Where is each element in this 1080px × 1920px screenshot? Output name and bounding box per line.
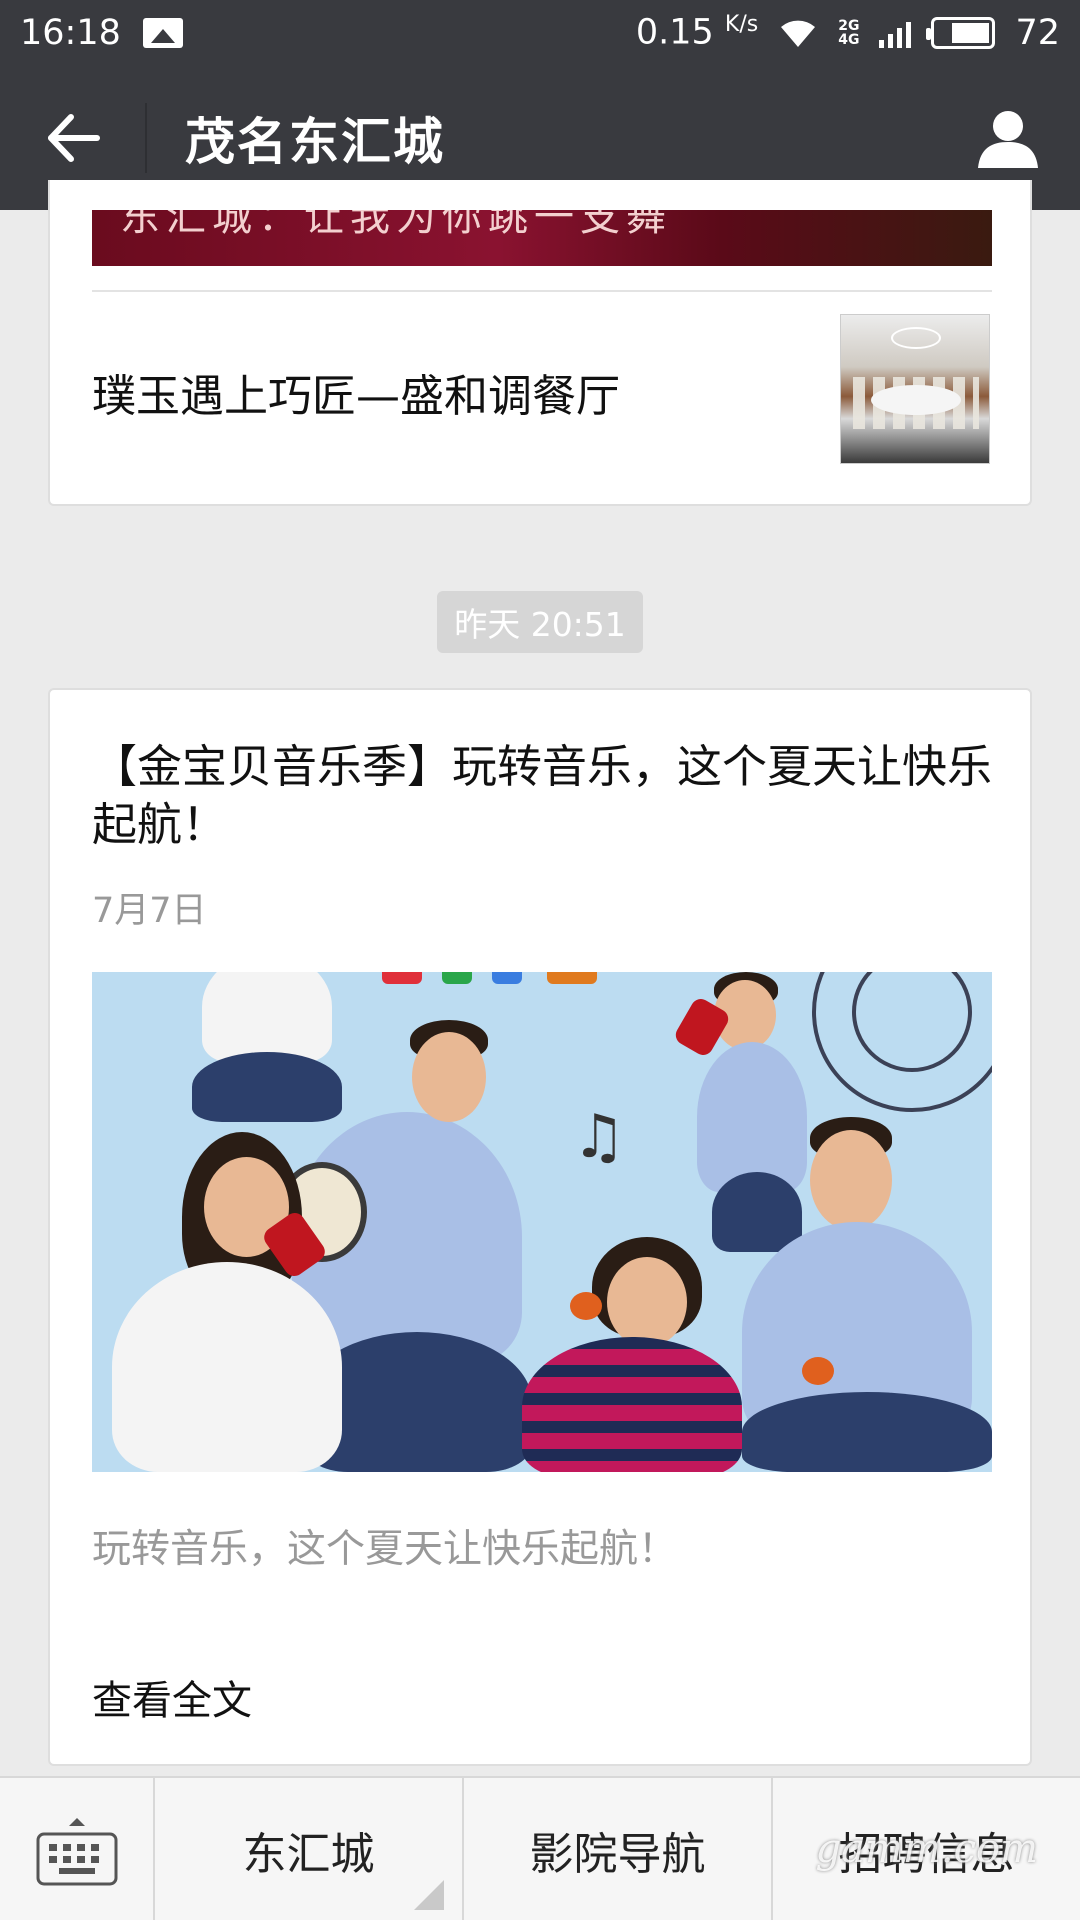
status-bar: 16:18 0.15 K/s 2G 4G 72 [0,0,1080,65]
network-speed: 0.15 K/s [635,12,759,53]
article-cover-image[interactable]: ♫ [92,972,992,1472]
menu-item-donghuicheng[interactable]: 东汇城 [155,1778,464,1920]
article-title[interactable]: 【金宝贝音乐季】玩转音乐，这个夏天让快乐起航！ [92,738,992,854]
submenu-indicator-icon [414,1880,444,1910]
network-type: 2G 4G [838,17,860,48]
battery-icon [926,16,996,49]
person-icon [977,110,1038,168]
banner-caption: 东汇城：让我为你跳一支舞 [120,210,672,240]
wifi-icon [781,20,816,47]
article-date: 7月7日 [92,891,207,931]
article-description: 玩转音乐，这个夏天让快乐起航！ [92,1527,678,1572]
page-title: 茂名东汇城 [185,112,445,171]
watermark: gamm.com [815,1826,1038,1872]
article-card[interactable]: 【金宝贝音乐季】玩转音乐，这个夏天让快乐起航！ 7月7日 ♫ 玩转音乐，这个夏天… [48,688,1032,1766]
arrow-left-icon [47,113,100,162]
status-time: 16:18 [20,12,121,53]
sub-article-thumbnail[interactable] [840,314,990,464]
title-divider [145,102,147,173]
keyboard-icon [36,1818,117,1886]
sub-article-title[interactable]: 璞玉遇上巧匠—盛和调餐厅 [92,360,620,424]
signal-bars-icon [879,18,912,48]
menu-item-label: 东汇城 [242,1829,375,1880]
message-timestamp: 昨天 20:51 [437,591,643,653]
keyboard-toggle-button[interactable] [0,1778,155,1920]
battery-level: 72 [1015,12,1060,53]
menu-item-cinema-guide[interactable]: 影院导航 [464,1778,773,1920]
previous-article-card: 东汇城：让我为你跳一支舞 璞玉遇上巧匠—盛和调餐厅 [48,180,1032,506]
menu-item-label: 影院导航 [529,1829,706,1880]
card-divider [92,290,992,292]
previous-article-banner[interactable]: 东汇城：让我为你跳一支舞 [92,210,992,266]
image-notification-icon [142,17,183,48]
read-full-article-link[interactable]: 查看全文 [92,1668,252,1726]
